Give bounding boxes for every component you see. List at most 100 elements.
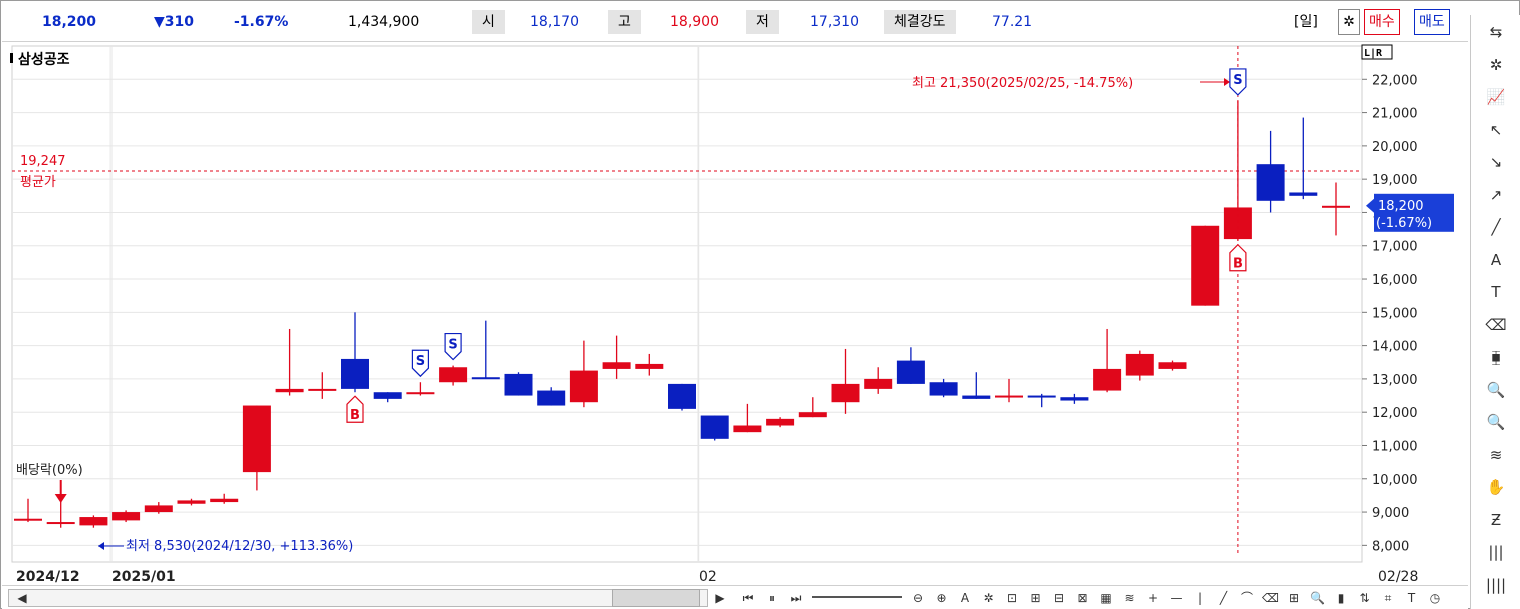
open-price: 18,170 [530, 14, 579, 30]
zoom-info-icon[interactable]: 🔍 [1483, 377, 1509, 403]
sell-signal-label: S [1233, 73, 1242, 88]
last-icon[interactable]: ⏭ [786, 589, 806, 607]
current-price: 18,200 [42, 14, 97, 30]
cursor-down-icon[interactable]: ↘ [1483, 149, 1509, 175]
bar-icon[interactable]: ▮ [1331, 589, 1351, 607]
candle-body [79, 517, 108, 526]
pause-icon[interactable]: ⏸ [762, 589, 782, 607]
zoom-out-icon[interactable]: ⊖ [908, 589, 928, 607]
first-icon[interactable]: ⏮ [738, 589, 758, 607]
candle-body [831, 383, 860, 403]
buy-signal-label: B [1233, 257, 1243, 272]
candle-body [1027, 395, 1056, 398]
candle-body [668, 383, 696, 409]
trendline-icon[interactable]: ╱ [1214, 589, 1234, 607]
strength-value: 77.21 [992, 14, 1033, 30]
high-label: 고 [608, 10, 641, 34]
candle-body [1125, 353, 1154, 376]
strength-label: 체결강도 [884, 10, 956, 34]
box-icon[interactable]: ⊠ [1073, 589, 1093, 607]
vline-icon[interactable]: | [1190, 589, 1210, 607]
font-icon[interactable]: A [955, 589, 975, 607]
hand-icon[interactable]: ✋ [1483, 474, 1509, 500]
low-label: 저 [746, 10, 779, 34]
gear-icon[interactable]: ✲ [979, 589, 999, 607]
avg-price-value: 19,247 [20, 154, 66, 169]
hash-icon[interactable]: ⌗ [1378, 589, 1398, 607]
auto-line-icon[interactable]: A [1483, 247, 1509, 273]
y-tick-label: 16,000 [1372, 273, 1418, 288]
y-tick-label: 9,000 [1372, 506, 1409, 521]
x-tick-label: 02 [699, 569, 717, 585]
gear-icon[interactable]: ✲ [1483, 52, 1509, 78]
buy-button[interactable]: 매수 [1364, 9, 1400, 35]
refresh-icon[interactable]: ⇆ [1483, 19, 1509, 45]
candle-body [602, 362, 631, 369]
z-icon[interactable]: Ƶ [1483, 507, 1509, 533]
zoom-in-icon[interactable]: ⊕ [932, 589, 952, 607]
trade-volume: 1,434,900 [348, 14, 420, 30]
x-tick-label: 2024/12 [16, 569, 80, 585]
high-price: 18,900 [670, 14, 719, 30]
text-plus-icon[interactable]: T [1483, 279, 1509, 305]
x-tick-label: 02/28 [1378, 569, 1418, 585]
candle-type-icon[interactable]: ⧯ [1483, 344, 1509, 370]
hline-icon[interactable]: — [1167, 589, 1187, 607]
scroll-right-icon[interactable]: ▶ [710, 589, 730, 607]
text-icon[interactable]: T [1402, 589, 1422, 607]
cursor-up-icon[interactable]: ↗ [1483, 182, 1509, 208]
all-delete-icon[interactable]: ⌫ [1483, 312, 1509, 338]
candle-body [504, 373, 533, 396]
price-change: ▼310 [154, 14, 194, 30]
chart-window: 18,200 ▼310 -1.67% 1,434,900 시 18,170 고 … [0, 0, 1520, 609]
compare-icon[interactable]: ≋ [1483, 442, 1509, 468]
bars-icon[interactable]: ||| [1483, 539, 1509, 565]
candle-body [700, 415, 729, 439]
cursor-add-icon[interactable]: ↖ [1483, 117, 1509, 143]
y-tick-label: 13,000 [1372, 373, 1418, 388]
crosshair-icon[interactable]: + [1143, 589, 1163, 607]
candle-body [569, 370, 598, 403]
zoom-list-icon[interactable]: 🔍 [1483, 409, 1509, 435]
candle-body [929, 382, 958, 396]
wave-icon[interactable]: ≋ [1120, 589, 1140, 607]
scroll-left-icon[interactable]: ◀ [12, 589, 32, 607]
clock-icon[interactable]: ◷ [1425, 589, 1445, 607]
line-icon[interactable]: ╱ [1483, 214, 1509, 240]
y-tick-label: 10,000 [1372, 473, 1418, 488]
current-price-pointer [1366, 198, 1374, 213]
dividend-label: 배당락(0%) [16, 463, 83, 478]
swap-icon[interactable]: ⇅ [1355, 589, 1375, 607]
zoom-slider[interactable] [812, 596, 902, 598]
delete-icon[interactable]: ⌫ [1261, 589, 1281, 607]
split-icon[interactable]: ⊟ [1049, 589, 1069, 607]
plot-area [11, 45, 1363, 563]
settings-gear-icon[interactable]: ✲ [1338, 9, 1360, 35]
chart-indicator-icon[interactable]: 📈 [1483, 84, 1509, 110]
chart-title: 삼성공조 [18, 52, 70, 68]
candle-body [406, 392, 435, 395]
table-icon[interactable]: ▦ [1096, 589, 1116, 607]
layout-icon[interactable]: ⊡ [1002, 589, 1022, 607]
low-annotation: 최저 8,530(2024/12/30, +113.36%) [126, 539, 353, 554]
candle-body [471, 377, 500, 380]
candle-body [14, 518, 42, 521]
horizontal-scrollbar[interactable] [8, 589, 708, 607]
buy-signal-label: B [350, 408, 360, 423]
current-price-pct-label: (-1.67%) [1376, 216, 1432, 231]
y-tick-label: 15,000 [1372, 306, 1418, 321]
window-icon[interactable]: ⊞ [1284, 589, 1304, 607]
chart-bottom-bar: ◀ ▶ ⏮ ⏸ ⏭ ⊖ ⊕ A ✲ ⊡ ⊞ ⊟ ⊠ ▦ ≋ + — | ╱ ⌒ ⌫ ⊞ 🔍 ▮ ⇅ ⌗ T ◷ [2, 585, 1468, 609]
sell-signal-label: S [416, 354, 425, 369]
bars2-icon[interactable]: |||| [1483, 572, 1509, 598]
search-icon[interactable]: 🔍 [1308, 589, 1328, 607]
candle-body [733, 425, 762, 433]
scrollbar-thumb[interactable] [612, 589, 700, 607]
candle-body [439, 367, 468, 383]
grid-icon[interactable]: ⊞ [1026, 589, 1046, 607]
sell-button[interactable]: 매도 [1414, 9, 1450, 35]
candle-body [308, 388, 337, 391]
period-selector[interactable]: [일] [1294, 14, 1318, 30]
candle-body [896, 360, 925, 384]
curve-icon[interactable]: ⌒ [1237, 589, 1257, 607]
